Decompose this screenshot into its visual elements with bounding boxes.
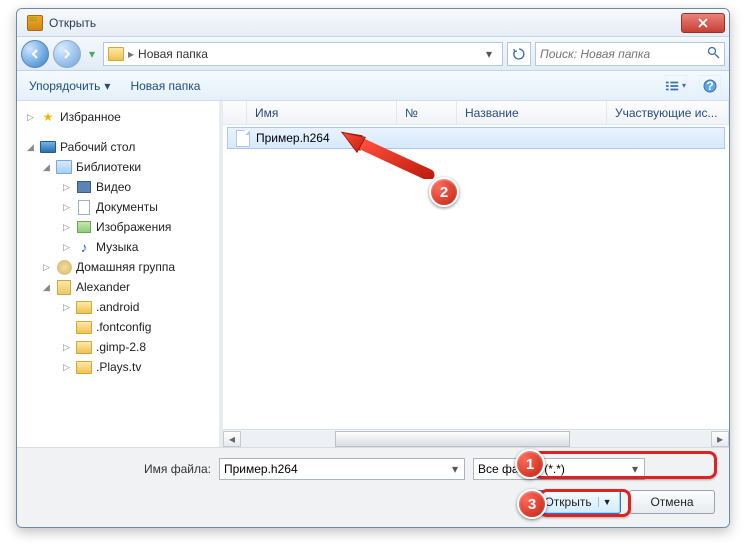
col-participants[interactable]: Участвующие ис... — [607, 101, 729, 124]
scroll-thumb[interactable] — [335, 431, 570, 447]
open-file-dialog: Открыть ▾ ▸ Новая папка ▾ Уп — [16, 8, 730, 528]
nav-history-dropdown[interactable]: ▾ — [85, 42, 99, 66]
scroll-right-button[interactable]: ▸ — [711, 431, 729, 447]
app-icon — [27, 15, 43, 31]
organize-button[interactable]: Упорядочить ▾ — [25, 77, 114, 95]
column-headers: Имя № Название Участвующие ис... — [223, 101, 729, 125]
document-icon — [78, 200, 90, 215]
search-icon — [707, 46, 720, 62]
col-spacer — [223, 101, 247, 124]
arrow-right-icon — [61, 48, 73, 60]
sidebar-folder[interactable]: .fontconfig — [17, 317, 222, 337]
sidebar-images[interactable]: ▷Изображения — [17, 217, 222, 237]
sidebar-homegroup[interactable]: ▷Домашняя группа — [17, 257, 222, 277]
search-input[interactable] — [540, 47, 707, 61]
split-dropdown-icon[interactable]: ▼ — [598, 497, 612, 507]
col-title[interactable]: Название — [457, 101, 607, 124]
close-button[interactable] — [681, 13, 725, 33]
folder-icon — [76, 321, 92, 334]
view-button[interactable]: ▾ — [665, 75, 687, 97]
sidebar-folder[interactable]: ▷.Plays.tv — [17, 357, 222, 377]
filetype-value: Все файлы (*.*) — [478, 462, 565, 476]
chevron-down-icon[interactable]: ▾ — [450, 462, 460, 476]
file-row[interactable]: Пример.h264 — [227, 127, 725, 149]
search-box[interactable] — [535, 42, 725, 66]
folder-icon — [76, 361, 92, 374]
close-icon — [698, 18, 708, 28]
open-button[interactable]: Открыть ▼ — [535, 490, 621, 514]
back-button[interactable] — [21, 40, 49, 68]
new-folder-button[interactable]: Новая папка — [126, 77, 204, 95]
sidebar-folder[interactable]: ▷.android — [17, 297, 222, 317]
chevron-right-icon: ▸ — [128, 47, 134, 61]
navbar: ▾ ▸ Новая папка ▾ — [17, 37, 729, 71]
sidebar-desktop[interactable]: ◢Рабочий стол — [17, 137, 222, 157]
breadcrumb-text: Новая папка — [138, 47, 208, 61]
toolbar: Упорядочить ▾ Новая папка ▾ ? — [17, 71, 729, 101]
help-icon: ? — [703, 79, 717, 93]
folder-icon — [108, 47, 124, 61]
sidebar-user[interactable]: ◢Alexander — [17, 277, 222, 297]
file-name: Пример.h264 — [256, 131, 330, 145]
sidebar-music[interactable]: ▷♪Музыка — [17, 237, 222, 257]
col-num[interactable]: № — [397, 101, 457, 124]
breadcrumb-dropdown[interactable]: ▾ — [480, 47, 498, 61]
file-listing[interactable]: Пример.h264 — [223, 125, 729, 429]
user-icon — [57, 280, 71, 295]
film-icon — [77, 181, 91, 193]
dialog-body: ▷★Избранное ◢Рабочий стол ◢Библиотеки ▷В… — [17, 101, 729, 447]
file-icon — [236, 130, 250, 147]
homegroup-icon — [57, 260, 72, 275]
refresh-button[interactable] — [507, 42, 531, 66]
help-button[interactable]: ? — [699, 75, 721, 97]
titlebar: Открыть — [17, 9, 729, 37]
scroll-track[interactable] — [241, 431, 711, 447]
image-icon — [77, 221, 91, 233]
bottom-panel: Имя файла: Пример.h264 ▾ Все файлы (*.*)… — [17, 447, 729, 527]
star-icon: ★ — [40, 109, 56, 125]
chevron-down-icon[interactable]: ▾ — [630, 462, 640, 476]
chevron-down-icon: ▾ — [682, 81, 686, 90]
arrow-left-icon — [29, 48, 41, 60]
folder-icon — [76, 341, 92, 354]
refresh-icon — [512, 47, 526, 61]
filetype-combo[interactable]: Все файлы (*.*) ▾ — [473, 458, 645, 480]
file-pane: Имя № Название Участвующие ис... Пример.… — [223, 101, 729, 447]
monitor-icon — [40, 141, 56, 153]
view-icon — [666, 80, 680, 92]
sidebar-folder[interactable]: ▷.gimp-2.8 — [17, 337, 222, 357]
sidebar: ▷★Избранное ◢Рабочий стол ◢Библиотеки ▷В… — [17, 101, 223, 447]
folder-icon — [76, 301, 92, 314]
forward-button[interactable] — [53, 40, 81, 68]
scroll-left-button[interactable]: ◂ — [223, 431, 241, 447]
libraries-icon — [56, 160, 72, 174]
sidebar-video[interactable]: ▷Видео — [17, 177, 222, 197]
col-name[interactable]: Имя — [247, 101, 397, 124]
cancel-button[interactable]: Отмена — [629, 490, 715, 514]
filename-combo[interactable]: Пример.h264 ▾ — [219, 458, 465, 480]
horizontal-scrollbar[interactable]: ◂ ▸ — [223, 429, 729, 447]
chevron-down-icon: ▾ — [104, 79, 110, 93]
filename-value: Пример.h264 — [224, 462, 298, 476]
window-title: Открыть — [49, 16, 681, 30]
sidebar-favorites[interactable]: ▷★Избранное — [17, 107, 222, 127]
sidebar-libraries[interactable]: ◢Библиотеки — [17, 157, 222, 177]
svg-text:?: ? — [706, 79, 713, 93]
music-icon: ♪ — [76, 239, 92, 255]
breadcrumb[interactable]: ▸ Новая папка ▾ — [103, 42, 503, 66]
filename-label: Имя файла: — [31, 462, 211, 476]
sidebar-documents[interactable]: ▷Документы — [17, 197, 222, 217]
